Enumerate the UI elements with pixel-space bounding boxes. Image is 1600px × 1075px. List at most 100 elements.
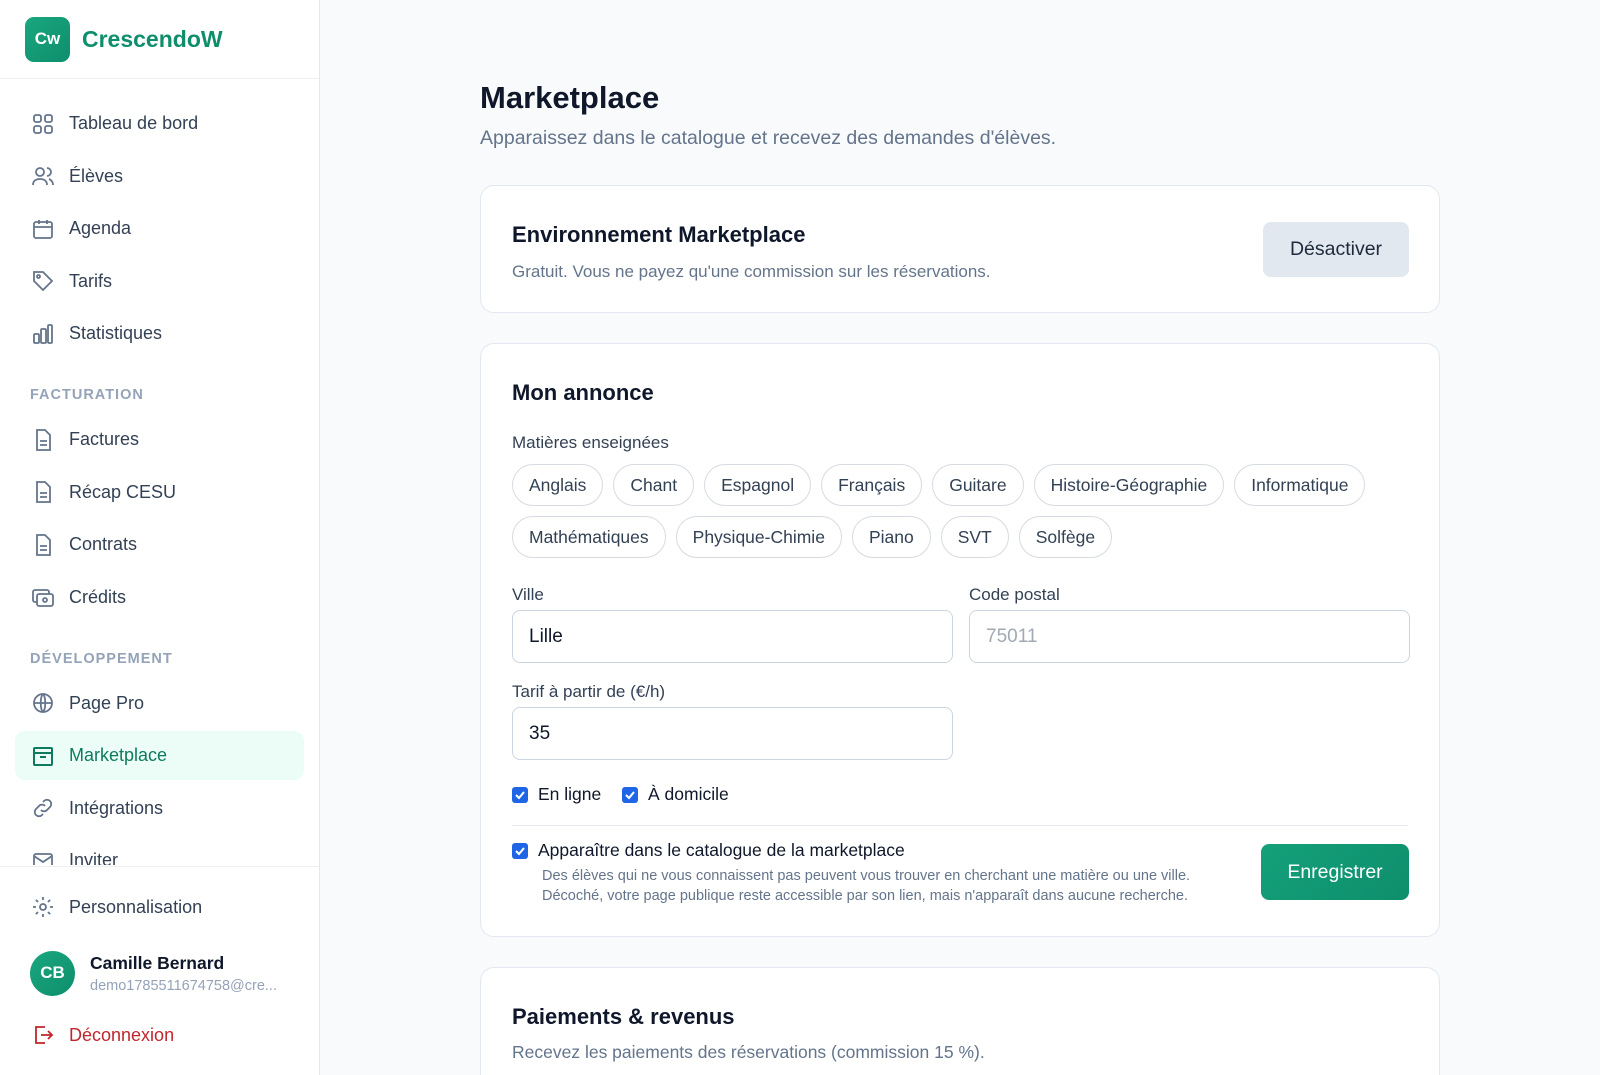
user-profile[interactable]: CB Camille Bernard demo1785511674758@cre… bbox=[15, 948, 304, 998]
online-label: En ligne bbox=[538, 784, 602, 804]
tag-icon bbox=[31, 269, 55, 293]
rate-label: Tarif à partir de (€/h) bbox=[512, 682, 666, 701]
logout-icon bbox=[31, 1023, 55, 1047]
payments-title: Paiements & revenus bbox=[512, 1004, 735, 1029]
logout-label: Déconnexion bbox=[69, 1024, 175, 1045]
catalog-option[interactable]: Apparaître dans le catalogue de la marke… bbox=[512, 840, 905, 861]
online-checkbox[interactable] bbox=[512, 786, 528, 803]
sidebar-footer: Personnalisation CB Camille Bernard demo… bbox=[0, 866, 319, 1075]
subject-chip[interactable]: Guitare bbox=[932, 464, 1024, 506]
subjects-label: Matières enseignées bbox=[512, 433, 669, 452]
sidebar-item-label: Statistiques bbox=[69, 323, 163, 343]
sidebar-item-agenda[interactable]: Agenda bbox=[15, 204, 304, 253]
sidebar-item-label: Tableau de bord bbox=[69, 113, 199, 133]
rate-input[interactable] bbox=[512, 707, 953, 760]
deactivate-button[interactable]: Désactiver bbox=[1263, 222, 1409, 277]
subject-chip[interactable]: Histoire-Géographie bbox=[1033, 464, 1225, 506]
sidebar-item-personalization[interactable]: Personnalisation bbox=[15, 882, 304, 932]
sidebar-item-marketplace[interactable]: Marketplace bbox=[15, 731, 304, 780]
catalog-label: Apparaître dans le catalogue de la marke… bbox=[538, 840, 905, 860]
city-label: Ville bbox=[512, 585, 544, 604]
subject-chip[interactable]: Physique-Chimie bbox=[675, 516, 842, 558]
environment-card: Environnement Marketplace Gratuit. Vous … bbox=[480, 185, 1440, 313]
home-label: À domicile bbox=[648, 784, 729, 804]
listing-card: Mon annonce Matières enseignées Anglais … bbox=[480, 343, 1440, 937]
sidebar-item-invite[interactable]: Inviter bbox=[15, 836, 304, 865]
subject-chip[interactable]: Français bbox=[821, 464, 923, 506]
sidebar-item-label: Factures bbox=[69, 429, 140, 449]
subject-chip[interactable]: Espagnol bbox=[704, 464, 812, 506]
payments-card: Paiements & revenus Recevez les paiement… bbox=[480, 967, 1440, 1075]
globe-icon bbox=[31, 691, 55, 715]
sidebar-item-label: Agenda bbox=[69, 218, 132, 238]
divider bbox=[512, 825, 1408, 826]
page-title: Marketplace bbox=[480, 80, 660, 115]
grid-icon bbox=[31, 112, 55, 136]
users-icon bbox=[31, 164, 55, 188]
subject-chip[interactable]: Anglais bbox=[512, 464, 604, 506]
link-icon bbox=[31, 796, 55, 820]
sidebar-item-label: Inviter bbox=[69, 850, 119, 865]
sidebar-item-label: Élèves bbox=[69, 165, 124, 186]
sidebar: Cw CrescendoW Tableau de bord Élèves Age… bbox=[0, 0, 320, 1075]
sidebar-item-integrations[interactable]: Intégrations bbox=[15, 784, 304, 833]
home-option[interactable]: À domicile bbox=[622, 784, 729, 805]
subject-chip[interactable]: Mathématiques bbox=[512, 516, 666, 558]
sidebar-item-contracts[interactable]: Contrats bbox=[15, 520, 304, 569]
wallet-icon bbox=[31, 585, 55, 609]
payments-description: Recevez les paiements des réservations (… bbox=[512, 1042, 985, 1062]
online-option[interactable]: En ligne bbox=[512, 784, 601, 805]
sidebar-item-label: Récap CESU bbox=[69, 481, 177, 502]
catalog-help-line2: Décoché, votre page publique reste acces… bbox=[542, 888, 1188, 904]
home-checkbox[interactable] bbox=[622, 786, 638, 803]
environment-description: Gratuit. Vous ne payez qu'une commission… bbox=[512, 262, 991, 281]
page-subtitle: Apparaissez dans le catalogue et recevez… bbox=[480, 127, 1057, 149]
sidebar-item-dashboard[interactable]: Tableau de bord bbox=[15, 99, 304, 148]
sidebar-item-label: Page Pro bbox=[69, 692, 145, 713]
save-button[interactable]: Enregistrer bbox=[1261, 844, 1409, 900]
user-name: Camille Bernard bbox=[90, 952, 225, 973]
section-billing: FACTURATION bbox=[30, 387, 144, 403]
gear-icon bbox=[31, 895, 55, 919]
sidebar-item-students[interactable]: Élèves bbox=[15, 152, 304, 201]
sidebar-item-page-pro[interactable]: Page Pro bbox=[15, 679, 304, 728]
sidebar-item-invoices[interactable]: Factures bbox=[15, 415, 304, 464]
subject-chip[interactable]: SVT bbox=[940, 516, 1009, 558]
catalog-help-line1: Des élèves qui ne vous connaissent pas p… bbox=[542, 868, 1191, 884]
mail-icon bbox=[31, 849, 55, 865]
sidebar-nav: Tableau de bord Élèves Agenda Tarifs Sta… bbox=[15, 99, 304, 865]
sidebar-item-statistics[interactable]: Statistiques bbox=[15, 309, 304, 358]
sidebar-item-label: Personnalisation bbox=[69, 896, 203, 917]
subject-chips: Anglais Chant Espagnol Français Guitare … bbox=[512, 464, 1412, 568]
sidebar-item-label: Intégrations bbox=[69, 797, 164, 818]
logout-button[interactable]: Déconnexion bbox=[15, 1010, 304, 1060]
file-icon bbox=[31, 480, 55, 504]
sidebar-item-rates[interactable]: Tarifs bbox=[15, 257, 304, 306]
postal-code-input[interactable] bbox=[969, 610, 1410, 663]
calendar-icon bbox=[31, 217, 55, 241]
catalog-checkbox[interactable] bbox=[512, 842, 528, 859]
sidebar-item-credits[interactable]: Crédits bbox=[15, 573, 304, 622]
sidebar-item-label: Contrats bbox=[69, 534, 138, 554]
user-email: demo1785511674758@cre... bbox=[90, 977, 277, 994]
section-development: DÉVELOPPEMENT bbox=[30, 650, 173, 667]
postal-code-label: Code postal bbox=[969, 585, 1060, 604]
sidebar-item-label: Tarifs bbox=[69, 270, 113, 291]
brand-name: CrescendoW bbox=[82, 25, 223, 52]
environment-title: Environnement Marketplace bbox=[512, 222, 806, 247]
listing-title: Mon annonce bbox=[512, 380, 654, 405]
sidebar-item-cesu[interactable]: Récap CESU bbox=[15, 468, 304, 517]
file-icon bbox=[31, 533, 55, 557]
bar-chart-icon bbox=[31, 322, 55, 346]
subject-chip[interactable]: Solfège bbox=[1018, 516, 1113, 558]
sidebar-item-label: Marketplace bbox=[69, 745, 168, 765]
sidebar-item-label: Crédits bbox=[69, 586, 127, 607]
file-icon bbox=[31, 428, 55, 452]
city-input[interactable] bbox=[512, 610, 953, 663]
store-icon bbox=[31, 744, 55, 768]
subject-chip[interactable]: Informatique bbox=[1234, 464, 1366, 506]
subject-chip[interactable]: Piano bbox=[851, 516, 931, 558]
brand-logo: Cw bbox=[25, 16, 70, 62]
subject-chip[interactable]: Chant bbox=[613, 464, 695, 506]
brand[interactable]: Cw CrescendoW bbox=[0, 0, 319, 79]
